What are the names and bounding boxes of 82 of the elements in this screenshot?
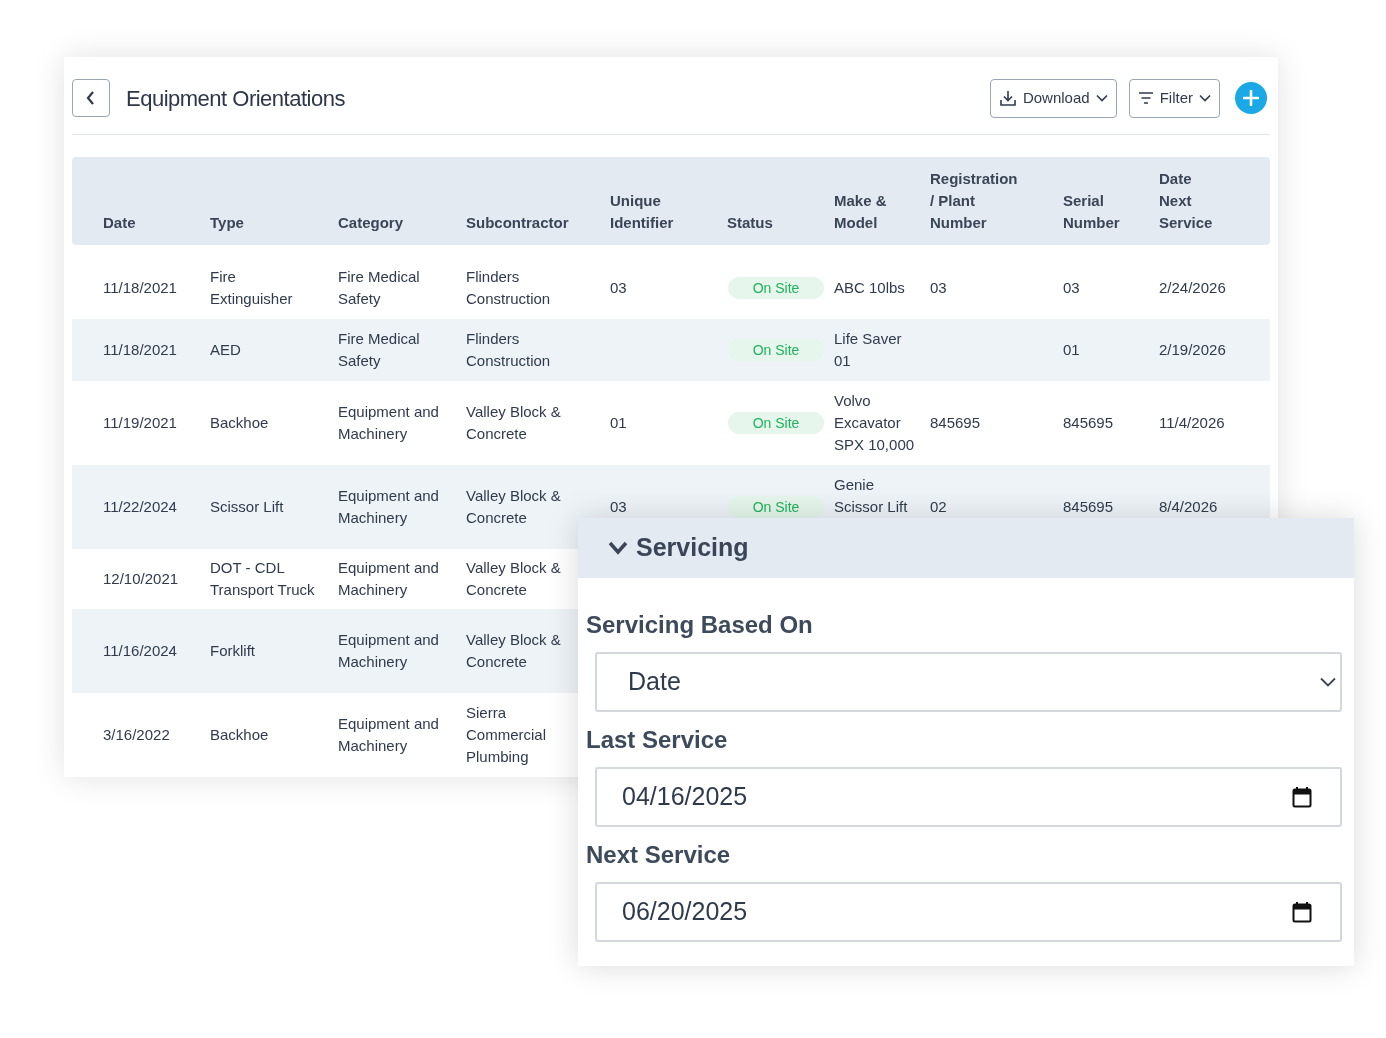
caret-icon	[1199, 94, 1211, 102]
table-cell-text: Life Saver 01	[834, 329, 902, 371]
download-button[interactable]: Download	[989, 78, 1117, 118]
calendar-icon	[1292, 786, 1312, 808]
table-cell-text: Backhoe	[210, 725, 269, 745]
column-header: Registration / Plant Number	[930, 169, 1018, 233]
table-cell-text: 03	[1063, 278, 1080, 298]
column-header: Unique Identifier	[610, 191, 674, 233]
table-cell-text: Valley Block & Concrete	[466, 402, 561, 444]
table-cell-text: 03	[610, 278, 627, 298]
table-cell-text: ABC 10lbs	[834, 278, 905, 298]
chevron-left-icon	[86, 91, 96, 105]
table-cell-text: 11/22/2024	[103, 497, 177, 517]
caret-icon	[1095, 94, 1108, 102]
table-cell-text: 2/19/2026	[1159, 340, 1226, 360]
calendar-field[interactable]: 06/20/2025	[595, 882, 1342, 942]
select-field[interactable]: Date	[595, 652, 1342, 712]
table-cell-text: Valley Block & Concrete	[466, 558, 561, 600]
table-cell-text: 11/16/2024	[103, 641, 177, 661]
status-badge: On Site	[728, 277, 824, 299]
column-header: Date	[103, 213, 136, 233]
table-cell-text: 03	[610, 497, 627, 517]
table-cell-text: Fire Extinguisher	[210, 267, 293, 309]
field-label: Last Service	[586, 725, 729, 755]
table-cell-text: Valley Block & Concrete	[466, 630, 561, 672]
add-button[interactable]	[1235, 82, 1267, 114]
table-cell-text: Flinders Construction	[466, 329, 551, 371]
table-cell-text: Fire Medical Safety	[338, 329, 420, 371]
back-button[interactable]	[72, 79, 110, 117]
table-cell-text: Equipment and Machinery	[338, 714, 439, 756]
calendar-icon	[1292, 901, 1312, 923]
table-cell-text: Equipment and Machinery	[338, 486, 439, 528]
table-cell-text: Equipment and Machinery	[338, 402, 439, 444]
download-icon	[998, 89, 1017, 107]
table-cell-text: 3/16/2022	[103, 725, 170, 745]
filter-button[interactable]: Filter	[1128, 78, 1220, 118]
column-header: Date Next Service	[1159, 169, 1213, 233]
field-label: Next Service	[586, 840, 732, 870]
table-cell-text: DOT - CDL Transport Truck	[210, 558, 315, 600]
table-cell-text: Valley Block & Concrete	[466, 486, 561, 528]
page-title: Equipment Orientations	[126, 84, 345, 113]
table-cell-text: 845695	[930, 413, 981, 433]
table-cell-text: Flinders Construction	[466, 267, 551, 309]
table-cell-text: 845695	[1063, 413, 1114, 433]
table-cell-text: 01	[1063, 340, 1080, 360]
table-cell-text: Equipment and Machinery	[338, 558, 439, 600]
table-cell-text: 8/4/2026	[1159, 497, 1218, 517]
table-cell-text: 11/18/2021	[103, 278, 177, 298]
table-cell-text: Forklift	[210, 641, 255, 661]
table-cell-text: Backhoe	[210, 413, 269, 433]
table-cell-text: 11/19/2021	[103, 413, 177, 433]
status-badge: On Site	[728, 339, 824, 361]
column-header: Category	[338, 213, 404, 233]
column-header: Type	[210, 213, 244, 233]
table-cell-text: 2/24/2026	[1159, 278, 1226, 298]
column-header: Subcontractor	[466, 213, 569, 233]
calendar-field[interactable]: 04/16/2025	[595, 767, 1342, 827]
table-cell-text: Sierra Commercial Plumbing	[466, 703, 546, 767]
plus-icon	[1243, 90, 1259, 106]
status-badge: On Site	[728, 496, 824, 518]
table-cell-text: 03	[930, 278, 947, 298]
table-cell-text: 11/4/2026	[1159, 413, 1225, 433]
table-cell-text: Equipment and Machinery	[338, 630, 439, 672]
table-cell-text: 12/10/2021	[103, 569, 179, 589]
table-cell-text: 11/18/2021	[103, 340, 177, 360]
field-label: Servicing Based On	[586, 610, 814, 640]
table-cell-text: Genie Scissor Lift	[834, 475, 908, 517]
table-cell-text: 01	[610, 413, 627, 433]
column-header: Status	[727, 213, 773, 233]
table-cell-text: 02	[930, 497, 947, 517]
section-header[interactable]: Servicing	[578, 518, 1354, 578]
table-cell-text: 845695	[1063, 497, 1114, 517]
filter-icon	[1137, 92, 1154, 104]
column-header: Serial Number	[1063, 191, 1120, 233]
table-cell-text: AED	[210, 340, 241, 360]
table-row[interactable]: 11/18/2021 AED Fire Medical Safety Flinders Construction On Site Life Saver 01 01 2/19/2026	[72, 319, 1270, 381]
table-cell-text: Scissor Lift	[210, 497, 284, 517]
column-header: Make & Model	[834, 191, 887, 233]
table-cell-text: Fire Medical Safety	[338, 267, 420, 309]
table-cell-text: Volvo Excavator SPX 10,000	[834, 391, 915, 455]
chevron-down-icon	[1320, 677, 1336, 687]
status-badge: On Site	[728, 412, 824, 434]
